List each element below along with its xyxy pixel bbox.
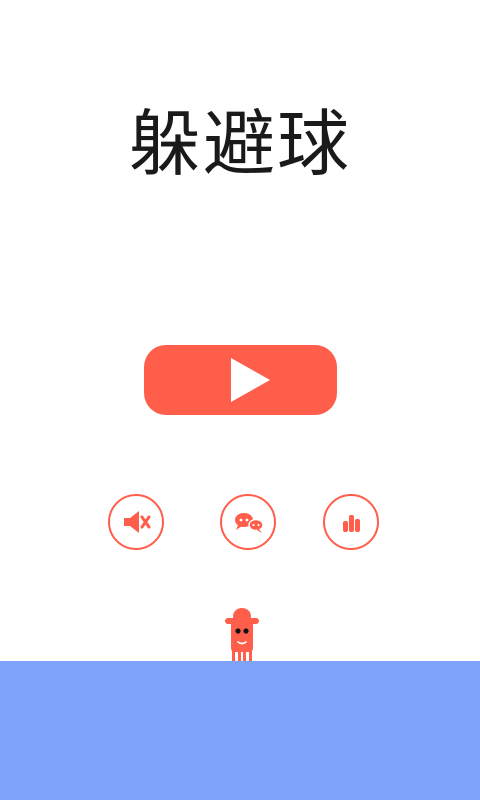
ground — [0, 661, 480, 800]
red-mascot-icon — [225, 608, 259, 665]
game-title: 躲避球 — [128, 102, 351, 186]
sound-toggle-button[interactable] — [108, 494, 164, 550]
share-button[interactable] — [220, 494, 276, 550]
bar-chart-icon — [343, 515, 360, 532]
play-icon — [231, 358, 270, 402]
leaderboard-button[interactable] — [323, 494, 379, 550]
player-character — [222, 604, 262, 666]
speaker-muted-icon — [124, 511, 151, 533]
play-button[interactable] — [144, 345, 337, 415]
chat-bubbles-icon — [235, 513, 264, 533]
